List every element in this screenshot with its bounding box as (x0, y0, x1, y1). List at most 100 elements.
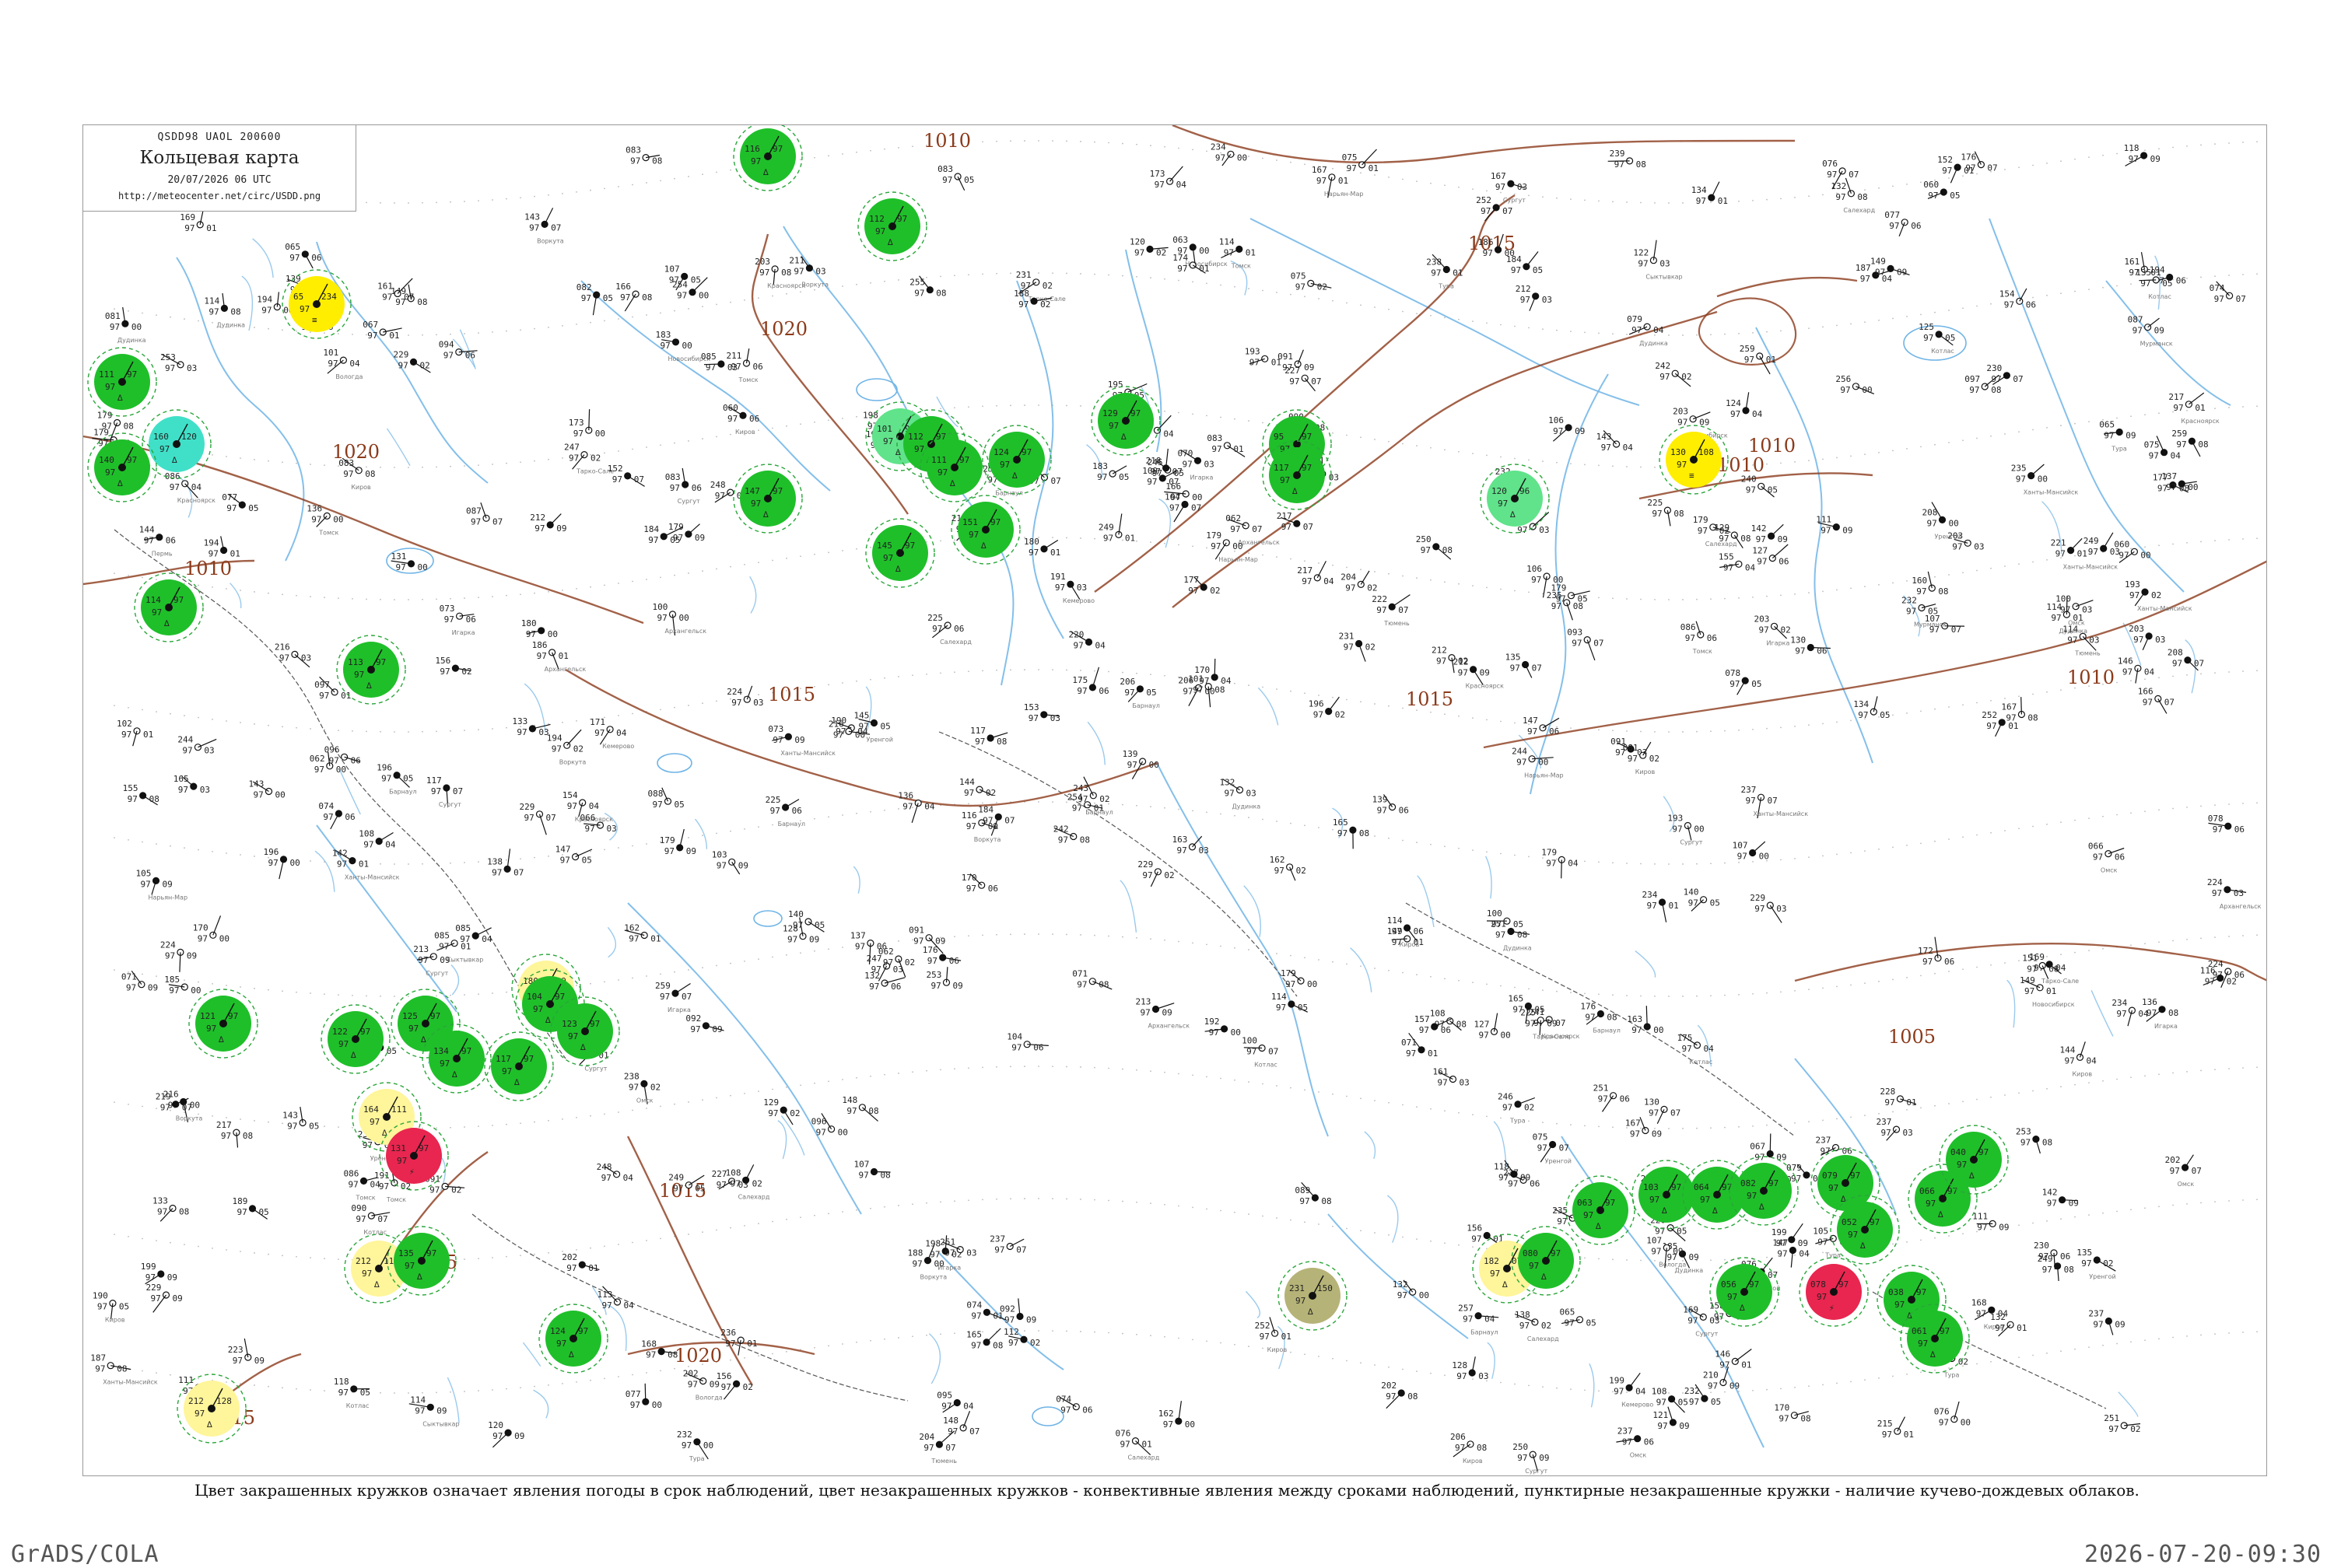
station-plot[interactable]: 1739704 (1150, 166, 1187, 190)
station-plot[interactable]: 1439707Воркута (524, 208, 564, 244)
station-plot[interactable]: 1209702 (1130, 236, 1169, 257)
station-plot[interactable]: 1399700 (1123, 749, 1159, 779)
station-plot[interactable]: 1179707Сургут (426, 775, 463, 808)
station-plot[interactable]: 1329700 (1393, 1279, 1429, 1300)
station-plot[interactable]: 2359700Ханты-Мансийск (2011, 464, 2079, 496)
station-plot[interactable]: 2349701 (1642, 890, 1679, 922)
station-plot[interactable]: 2469702Тура (1498, 1092, 1535, 1125)
station-plot[interactable]: 2599707Игарка (655, 981, 692, 1013)
station-plot[interactable]: 1309707 (1644, 1097, 1680, 1123)
station-plot[interactable]: 2289701 (1880, 1087, 1916, 1108)
weather-station-rain[interactable]: 1479797∆ (734, 464, 802, 533)
station-plot[interactable]: 2179708 (216, 1120, 253, 1147)
station-plot[interactable]: 1469701 (1715, 1349, 1751, 1370)
station-plot[interactable]: 1079700 (1733, 841, 1769, 862)
station-plot[interactable]: 0749706 (318, 801, 355, 829)
station-plot[interactable]: 0839708Киров (338, 458, 375, 491)
station-plot[interactable]: 2109709 (1703, 1367, 1740, 1391)
station-plot[interactable]: 0609706Киров (723, 403, 759, 436)
station-plot[interactable]: 2509709Сургут (1512, 1442, 1549, 1475)
station-plot[interactable]: 2379707 (990, 1234, 1026, 1255)
station-plot[interactable]: 1889700Воркута (908, 1244, 948, 1280)
station-plot[interactable]: 1889702 (1014, 289, 1052, 310)
station-plot[interactable]: 1429709 (1751, 523, 1788, 544)
weather-station-thunder[interactable]: 0789797⚡ (1800, 1258, 1868, 1326)
station-plot[interactable]: 1629700 (1158, 1401, 1195, 1430)
weather-station-rain[interactable]: 0639797∆ (1566, 1176, 1635, 1244)
station-plot[interactable]: 1939700Сургут (1667, 814, 1704, 846)
weather-station-shower[interactable]: 1209697∆ (1481, 464, 1549, 533)
station-plot[interactable]: 2479702Тарко-Сале (564, 443, 614, 475)
station-plot[interactable]: 2559708 (909, 276, 946, 299)
weather-station-rain[interactable]: 1149797∆ (135, 573, 203, 642)
station-plot[interactable]: 2569700 (1835, 374, 1873, 395)
station-plot[interactable]: 1389702Салехард (1515, 1310, 1559, 1342)
station-plot[interactable]: 2429702 (1655, 361, 1691, 387)
station-plot[interactable]: 1809701 (1024, 537, 1060, 558)
station-plot[interactable]: 2129709 (530, 513, 566, 534)
station-plot[interactable]: 1749701 (1172, 253, 1209, 274)
station-plot[interactable]: 1329701 (1990, 1312, 2027, 1336)
station-plot[interactable]: 1409705 (1684, 887, 1720, 912)
station-plot[interactable]: 1289703 (1452, 1356, 1488, 1381)
station-plot[interactable]: 2379706Омск (1616, 1426, 1654, 1459)
station-plot[interactable]: 1929700 (1204, 1017, 1241, 1038)
station-plot[interactable]: 1879708Ханты-Мансийск (90, 1353, 158, 1386)
weather-station-rain[interactable]: 0809797∆ (1512, 1227, 1580, 1295)
station-plot[interactable]: 2509708 (1416, 534, 1453, 559)
station-plot[interactable]: 1059709Нарьян-Мар (136, 868, 188, 901)
station-plot[interactable]: 1369708Игарка (2142, 997, 2178, 1030)
station-plot[interactable]: 0659705 (1560, 1307, 1596, 1328)
station-plot[interactable]: 2449703 (177, 735, 216, 756)
station-plot[interactable]: 2379706 (1816, 1136, 1852, 1157)
station-plot[interactable]: 2299703 (1750, 893, 1786, 922)
station-plot[interactable]: 2179707 (1277, 511, 1313, 532)
station-plot[interactable]: 1019704Вологда (323, 348, 363, 380)
station-plot[interactable]: 1409705 (788, 909, 825, 932)
station-plot[interactable]: 1279706 (1752, 544, 1789, 567)
station-plot[interactable]: 1939702Ханты-Мансийск (2125, 579, 2192, 612)
station-plot[interactable]: 0929709 (685, 1013, 724, 1034)
station-plot[interactable]: 1139704 (598, 1286, 635, 1311)
station-plot[interactable]: 1479705 (555, 845, 592, 866)
station-plot[interactable]: 2519708Дудинка (1491, 919, 1532, 952)
station-plot[interactable]: 0949706 (439, 340, 478, 361)
weather-station-rain[interactable]: 1179797∆ (485, 1032, 553, 1101)
weather-station-rain[interactable]: 0569797∆ (1710, 1258, 1779, 1326)
station-plot[interactable]: 1219709 (1652, 1407, 1689, 1431)
station-plot[interactable]: 1039709 (712, 849, 748, 874)
station-plot[interactable]: 2579704Барнаул (1458, 1304, 1498, 1336)
station-plot[interactable]: 1119709 (1816, 515, 1852, 536)
station-plot[interactable]: 1799700 (1281, 968, 1317, 989)
station-plot[interactable]: 1249704 (1726, 392, 1763, 419)
weather-station-rain[interactable]: 1169797∆ (734, 125, 802, 191)
station-plot[interactable]: 2539708 (2016, 1127, 2052, 1153)
station-plot[interactable]: 1689708 (641, 1339, 678, 1360)
station-plot[interactable]: 0629700 (310, 752, 346, 775)
station-plot[interactable]: 2179704 (1297, 561, 1334, 586)
station-plot[interactable]: 0889705 (648, 788, 685, 810)
station-plot[interactable]: 2229707Тюмень (1372, 594, 1410, 627)
weather-station-rain[interactable]: 1239797∆ (551, 997, 619, 1066)
station-plot[interactable]: 2129703 (1516, 284, 1552, 311)
station-plot[interactable]: 2329700Тура (677, 1430, 713, 1462)
station-plot[interactable]: 1609708 (1912, 572, 1948, 597)
station-plot[interactable]: 0719708 (1072, 969, 1112, 990)
station-plot[interactable]: 0839706Сургут (665, 468, 702, 505)
station-plot[interactable]: 2349700 (1211, 142, 1247, 166)
station-plot[interactable]: 0869704Красноярск (165, 471, 216, 504)
station-plot[interactable]: 1639703 (1172, 835, 1209, 856)
station-plot[interactable]: 0659706 (285, 242, 321, 268)
station-plot[interactable]: 0799704Дудинка (1627, 314, 1668, 347)
station-plot[interactable]: 1679709 (1625, 1117, 1662, 1139)
station-plot[interactable]: 1999704Кемерово (1609, 1373, 1653, 1408)
station-plot[interactable]: 2249703 (727, 686, 763, 708)
station-plot[interactable]: 1089705 (1652, 1387, 1688, 1412)
station-plot[interactable]: 2029701 (562, 1252, 599, 1273)
station-plot[interactable]: 0779700 (626, 1384, 662, 1410)
station-plot[interactable]: 0659709Тура (2099, 420, 2136, 453)
station-plot[interactable]: 1029701 (117, 719, 153, 746)
station-plot[interactable]: 2519706 (1593, 1083, 1630, 1112)
station-plot[interactable]: 1799709 (660, 829, 696, 856)
weather-station-rain[interactable]: 0529797∆ (1831, 1195, 1899, 1264)
